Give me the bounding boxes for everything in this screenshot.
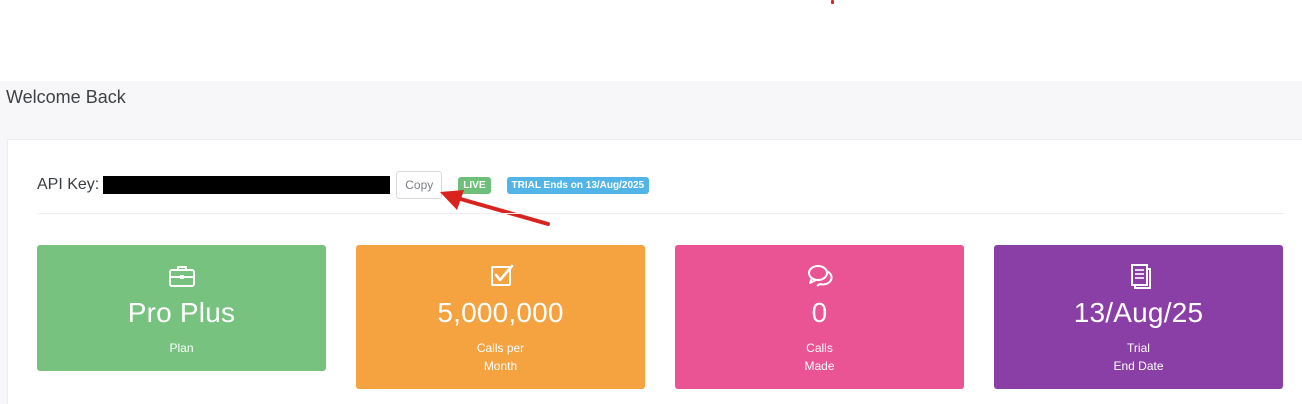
- copy-button[interactable]: Copy: [396, 171, 443, 199]
- api-key-value-redacted: [103, 176, 391, 194]
- calls-per-month-label: Calls per Month: [476, 341, 525, 373]
- calls-made-value: 0: [811, 297, 828, 328]
- trial-end-card: 13/Aug/25 Trial End Date: [994, 245, 1283, 389]
- document-icon: [1125, 263, 1153, 289]
- plan-card: Pro Plus Plan: [37, 245, 326, 371]
- top-area: [0, 0, 1302, 81]
- briefcase-icon: [168, 263, 196, 289]
- calls-per-month-value: 5,000,000: [437, 297, 564, 328]
- calls-made-label: Calls Made: [804, 341, 835, 373]
- trial-end-value: 13/Aug/25: [1073, 297, 1204, 328]
- page-title: Welcome Back: [6, 87, 126, 107]
- api-key-divider: [37, 213, 1284, 214]
- plan-value: Pro Plus: [127, 297, 236, 328]
- calls-made-card: 0 Calls Made: [675, 245, 964, 389]
- calls-per-month-card: 5,000,000 Calls per Month: [356, 245, 645, 389]
- annotation-dot: [831, 0, 834, 4]
- api-key-row: API Key: Copy LIVE TRIAL Ends on 13/Aug/…: [37, 171, 650, 199]
- api-key-label: API Key:: [37, 176, 100, 193]
- chat-bubbles-icon: [806, 263, 834, 289]
- plan-label: Plan: [169, 341, 194, 355]
- checkbox-icon: [487, 263, 515, 289]
- trial-end-label: Trial End Date: [1113, 341, 1164, 373]
- annotation-arrow: [440, 190, 550, 226]
